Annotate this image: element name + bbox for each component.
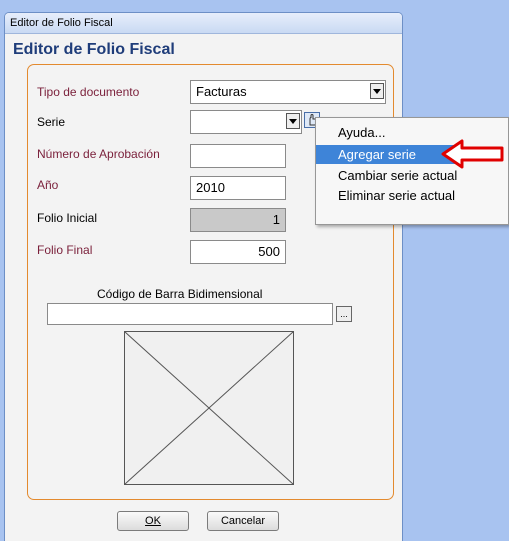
serie-select[interactable] <box>190 110 302 134</box>
barcode-image-placeholder <box>124 331 294 485</box>
chevron-down-icon[interactable] <box>370 83 384 99</box>
tipo-value: Facturas <box>196 84 247 99</box>
menu-item-eliminar-serie[interactable]: Eliminar serie actual <box>338 188 455 203</box>
codigo-input[interactable] <box>47 303 333 325</box>
folio-inicial-input: 1 <box>190 208 286 232</box>
red-arrow-annotation <box>441 139 504 169</box>
folio-final-label: Folio Final <box>37 243 93 257</box>
menu-item-cambiar-serie[interactable]: Cambiar serie actual <box>338 168 457 183</box>
page-title: Editor de Folio Fiscal <box>13 41 175 58</box>
anio-label: Año <box>37 178 59 192</box>
menu-item-agregar-serie[interactable]: Agregar serie <box>316 145 460 164</box>
folio-editor-window: Editor de Folio Fiscal Editor de Folio F… <box>4 12 403 541</box>
ok-button-label: OK <box>145 515 161 527</box>
ok-button[interactable]: OK <box>117 511 189 531</box>
folio-final-input[interactable]: 500 <box>190 240 286 264</box>
browse-button[interactable]: ... <box>336 306 352 322</box>
window-title: Editor de Folio Fiscal <box>5 13 402 34</box>
cancel-button[interactable]: Cancelar <box>207 511 279 531</box>
aprobacion-label: Número de Aprobación <box>37 147 160 161</box>
serie-label: Serie <box>37 115 66 129</box>
folio-inicial-label: Folio Inicial <box>37 211 98 225</box>
menu-item-ayuda[interactable]: Ayuda... <box>338 125 385 140</box>
cancel-button-label: Cancelar <box>220 515 266 527</box>
chevron-down-icon[interactable] <box>286 113 300 129</box>
context-menu: Ayuda... Agregar serie Cambiar serie act… <box>315 117 509 225</box>
tipo-select[interactable]: Facturas <box>190 80 386 104</box>
codigo-label: Código de Barra Bidimensional <box>97 287 263 301</box>
tipo-label: Tipo de documento <box>37 85 140 99</box>
aprobacion-input[interactable] <box>190 144 286 168</box>
anio-input[interactable]: 2010 <box>190 176 286 200</box>
